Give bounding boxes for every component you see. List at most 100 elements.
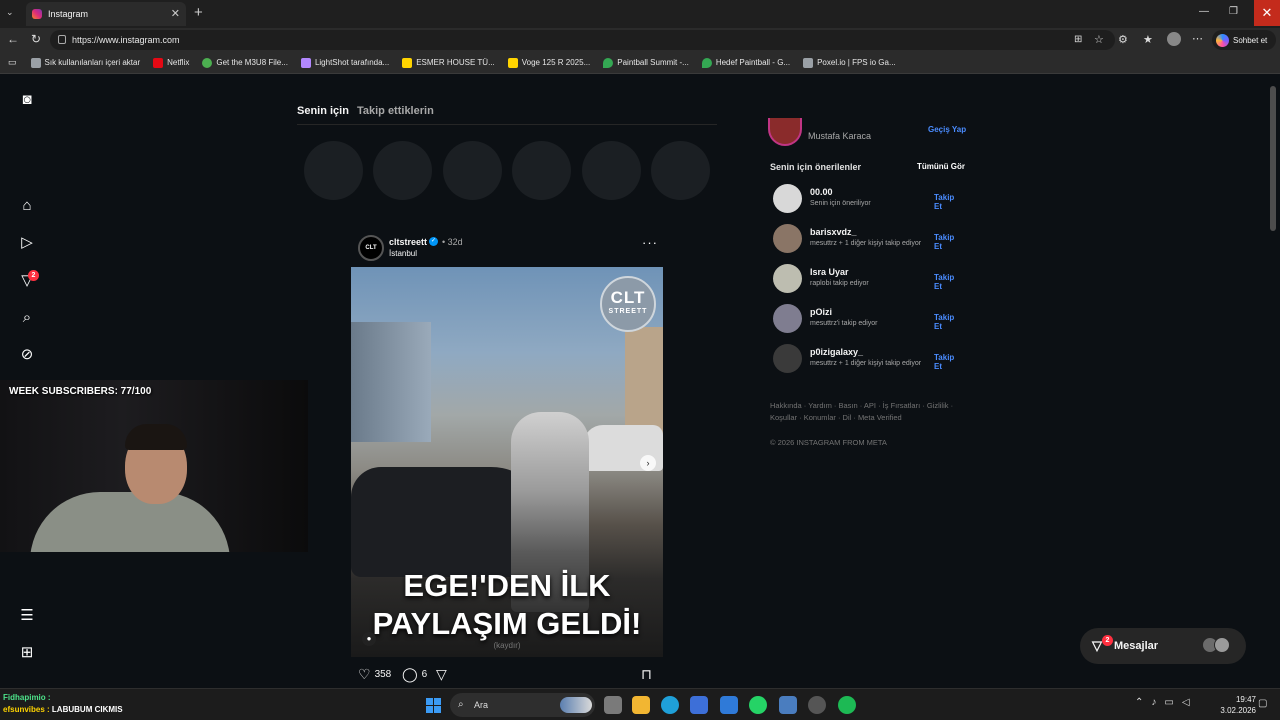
switch-account-link[interactable]: Geçiş Yap: [928, 125, 966, 134]
bookmark-item[interactable]: Netflix: [153, 57, 189, 68]
back-icon[interactable]: ←: [7, 32, 19, 46]
post-image[interactable]: CLT STREETT EGE!'DEN İLK PAYLAŞIM GELDİ!…: [351, 267, 663, 657]
share-button[interactable]: ▽: [436, 666, 447, 683]
app-icon[interactable]: ⊞: [1074, 34, 1082, 45]
favorites-icon[interactable]: ★: [1143, 33, 1153, 46]
app-icon[interactable]: [779, 696, 797, 714]
explore-icon[interactable]: ⊘: [18, 346, 36, 364]
bookmark-item[interactable]: Voge 125 R 2025...: [507, 57, 590, 68]
story-placeholder[interactable]: [373, 141, 432, 200]
copilot-button[interactable]: Sohbet et: [1212, 30, 1276, 50]
story-placeholder[interactable]: [651, 141, 710, 200]
edge-icon[interactable]: [661, 696, 679, 714]
follow-button[interactable]: Takip Et: [934, 313, 963, 331]
minimize-icon[interactable]: —: [1199, 6, 1209, 17]
favorite-star-icon[interactable]: ☆: [1094, 33, 1104, 46]
building-left: [351, 322, 431, 442]
more-apps-icon[interactable]: ⊞: [18, 644, 36, 662]
store-icon[interactable]: [690, 696, 708, 714]
tab-for-you[interactable]: Senin için: [297, 105, 349, 117]
messages-badge: 2: [28, 270, 39, 281]
copilot-icon: [1216, 33, 1229, 47]
copyright: © 2026 INSTAGRAM FROM META: [770, 438, 887, 447]
carousel-next-icon[interactable]: ›: [640, 455, 656, 471]
post-more-icon[interactable]: ···: [642, 235, 658, 250]
suggestion-item: barisxvdz_ mesuttrz + 1 diğer kişiyi tak…: [773, 224, 963, 254]
save-button[interactable]: ⊓: [641, 666, 652, 683]
whatsapp-icon[interactable]: [749, 696, 767, 714]
extensions-icon[interactable]: ⚙: [1118, 33, 1128, 46]
follow-button[interactable]: Takip Et: [934, 353, 963, 371]
like-button[interactable]: ♡ 358: [358, 666, 391, 683]
suggestions-title: Senin için önerilenler: [770, 162, 862, 172]
follow-button[interactable]: Takip Et: [934, 193, 963, 211]
address-bar: ← ↻ https://www.instagram.com ⊞ ☆ ⚙ ★ ⋯ …: [0, 28, 1280, 52]
post-username[interactable]: cltstreett: [389, 237, 427, 247]
reels-icon[interactable]: ▷: [18, 234, 36, 252]
window-close-icon[interactable]: ✕: [1254, 0, 1280, 26]
story-placeholder[interactable]: [582, 141, 641, 200]
follow-button[interactable]: Takip Et: [934, 233, 963, 251]
menu-icon[interactable]: ☰: [18, 607, 36, 625]
bookmark-item[interactable]: Paintball Summit -...: [603, 57, 689, 68]
tab-following[interactable]: Takip ettiklerin: [357, 105, 434, 117]
stream-chat: Fidhapimio : efsunvibes : LABUBUM CIKMIS: [3, 693, 123, 714]
page-scrollbar[interactable]: [1270, 86, 1276, 231]
streamer-hair: [125, 424, 187, 450]
bookmark-item[interactable]: LightShot tarafında...: [300, 57, 389, 68]
comment-button[interactable]: ◯ 6: [402, 666, 427, 683]
spotify-icon[interactable]: [838, 696, 856, 714]
browser-tab-bar: ⌄ Instagram ✕ + — ❐ ✕: [0, 0, 1280, 28]
lightshot-icon: [300, 57, 311, 68]
bookmark-item[interactable]: Poxel.io | FPS io Ga...: [803, 57, 896, 68]
post-location[interactable]: İstanbul: [389, 249, 417, 258]
suggestion-avatar[interactable]: [773, 304, 802, 333]
avatar: [1214, 637, 1230, 653]
chevron-up-icon[interactable]: ⌃: [1135, 697, 1143, 708]
story-placeholder[interactable]: [304, 141, 363, 200]
bookmark-item[interactable]: ESMER HOUSE TÜ...: [402, 57, 495, 68]
sidebar-toggle-icon[interactable]: ▭: [8, 57, 17, 68]
story-placeholder[interactable]: [512, 141, 571, 200]
messages-button[interactable]: ▽ 2 Mesajlar: [1080, 628, 1246, 664]
story-placeholder[interactable]: [443, 141, 502, 200]
current-user-avatar[interactable]: [768, 118, 802, 146]
mail-icon[interactable]: [720, 696, 738, 714]
search-icon[interactable]: ⌕: [18, 309, 36, 327]
instagram-logo-icon[interactable]: ◙: [18, 91, 36, 109]
restore-icon[interactable]: ❐: [1229, 6, 1238, 17]
windows-start-icon[interactable]: [426, 698, 441, 713]
notification-icon[interactable]: ▢: [1258, 698, 1267, 709]
new-tab-icon[interactable]: +: [194, 4, 203, 21]
suggestion-avatar[interactable]: [773, 344, 802, 373]
file-explorer-icon[interactable]: [632, 696, 650, 714]
network-icon[interactable]: ▭: [1164, 697, 1173, 708]
bookmark-item[interactable]: Get the M3U8 File...: [202, 57, 288, 68]
bookmark-item[interactable]: Hedef Paintball - G...: [701, 57, 790, 68]
post-avatar[interactable]: CLT: [358, 235, 384, 261]
feed-divider: [297, 124, 717, 125]
suggestion-avatar[interactable]: [773, 224, 802, 253]
follow-button[interactable]: Takip Et: [934, 273, 963, 291]
browser-tab[interactable]: Instagram ✕: [26, 2, 186, 26]
home-icon[interactable]: ⌂: [18, 197, 36, 215]
bookmark-item[interactable]: Sık kullanılanları içeri aktar: [30, 57, 140, 68]
app-icon[interactable]: [808, 696, 826, 714]
see-all-link[interactable]: Tümünü Gör: [917, 162, 965, 171]
close-tab-icon[interactable]: ✕: [171, 7, 180, 20]
suggestion-avatar[interactable]: [773, 184, 802, 213]
task-view-icon[interactable]: [604, 696, 622, 714]
user-tag-icon[interactable]: ●: [362, 632, 376, 646]
heart-icon: ♡: [358, 666, 371, 682]
taskbar-search[interactable]: ⌕ Ara: [450, 693, 595, 717]
profile-avatar[interactable]: [1167, 32, 1181, 46]
url-field[interactable]: https://www.instagram.com: [50, 30, 1115, 50]
more-menu-icon[interactable]: ⋯: [1192, 32, 1203, 45]
microphone-icon[interactable]: ♪: [1151, 697, 1156, 708]
taskbar-clock[interactable]: 19:47 3.02.2026: [1214, 694, 1256, 716]
tab-list-icon[interactable]: ⌄: [6, 7, 14, 18]
suggestion-avatar[interactable]: [773, 264, 802, 293]
bookmarks-bar: ▭ Sık kullanılanları içeri aktar Netflix…: [0, 52, 1280, 74]
reload-icon[interactable]: ↻: [31, 32, 41, 46]
volume-icon[interactable]: ◁: [1182, 697, 1190, 708]
